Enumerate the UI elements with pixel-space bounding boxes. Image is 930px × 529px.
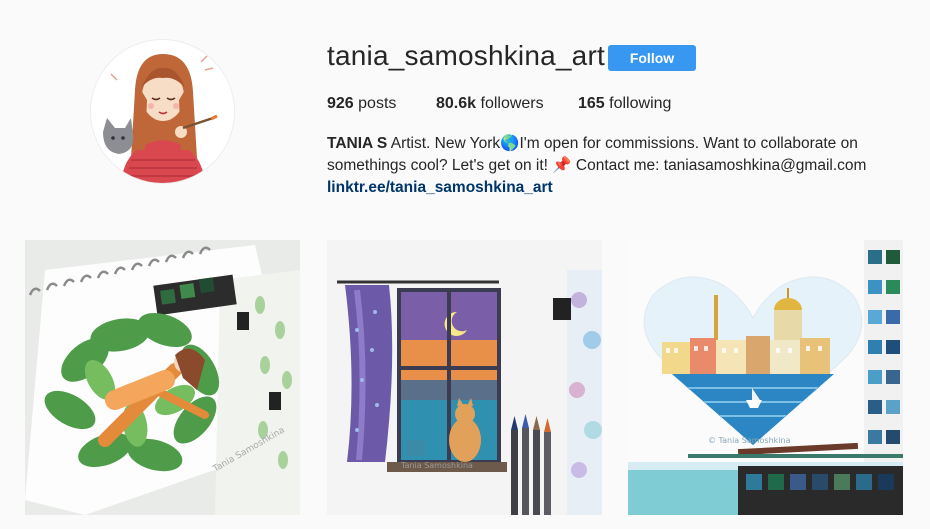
bio-link[interactable]: linktr.ee/tania_samoshkina_art — [327, 177, 887, 199]
pin-emoji-icon: 📌 — [552, 157, 572, 174]
posts-count: 926 — [327, 95, 354, 112]
bio-text-1: Artist. New York — [387, 135, 501, 152]
followers-count: 80.6k — [436, 95, 477, 112]
followers-stat[interactable]: 80.6k followers — [436, 95, 544, 113]
bio-text-3: Contact me: taniasamoshkina@gmail.com — [575, 157, 867, 174]
posts-stat: 926 posts — [327, 95, 396, 113]
post-2-image: Tania Samoshkina — [327, 240, 602, 515]
posts-label: posts — [358, 95, 397, 112]
following-count: 165 — [578, 95, 605, 112]
post-thumbnail-1[interactable]: Tania Samoshkina — [25, 240, 300, 515]
post-thumbnail-3[interactable]: © Tania Samoshkina — [628, 240, 903, 515]
bio-name: TANIA S — [327, 135, 388, 152]
profile-bio: TANIA S Artist. New York🌎I'm open for co… — [327, 133, 887, 199]
followers-label: followers — [480, 95, 544, 112]
post-3-image: © Tania Samoshkina — [628, 240, 903, 515]
following-label: following — [609, 95, 672, 112]
post-1-image: Tania Samoshkina — [25, 240, 300, 515]
post-3-watermark: © Tania Samoshkina — [708, 436, 791, 445]
profile-avatar[interactable] — [91, 40, 234, 183]
follow-button[interactable]: Follow — [608, 45, 696, 71]
following-stat[interactable]: 165 following — [578, 95, 671, 113]
post-thumbnail-2[interactable]: Tania Samoshkina — [327, 240, 602, 515]
post-2-watermark: Tania Samoshkina — [400, 461, 473, 470]
profile-username: tania_samoshkina_art — [327, 40, 605, 71]
globe-emoji-icon: 🌎 — [500, 135, 520, 152]
